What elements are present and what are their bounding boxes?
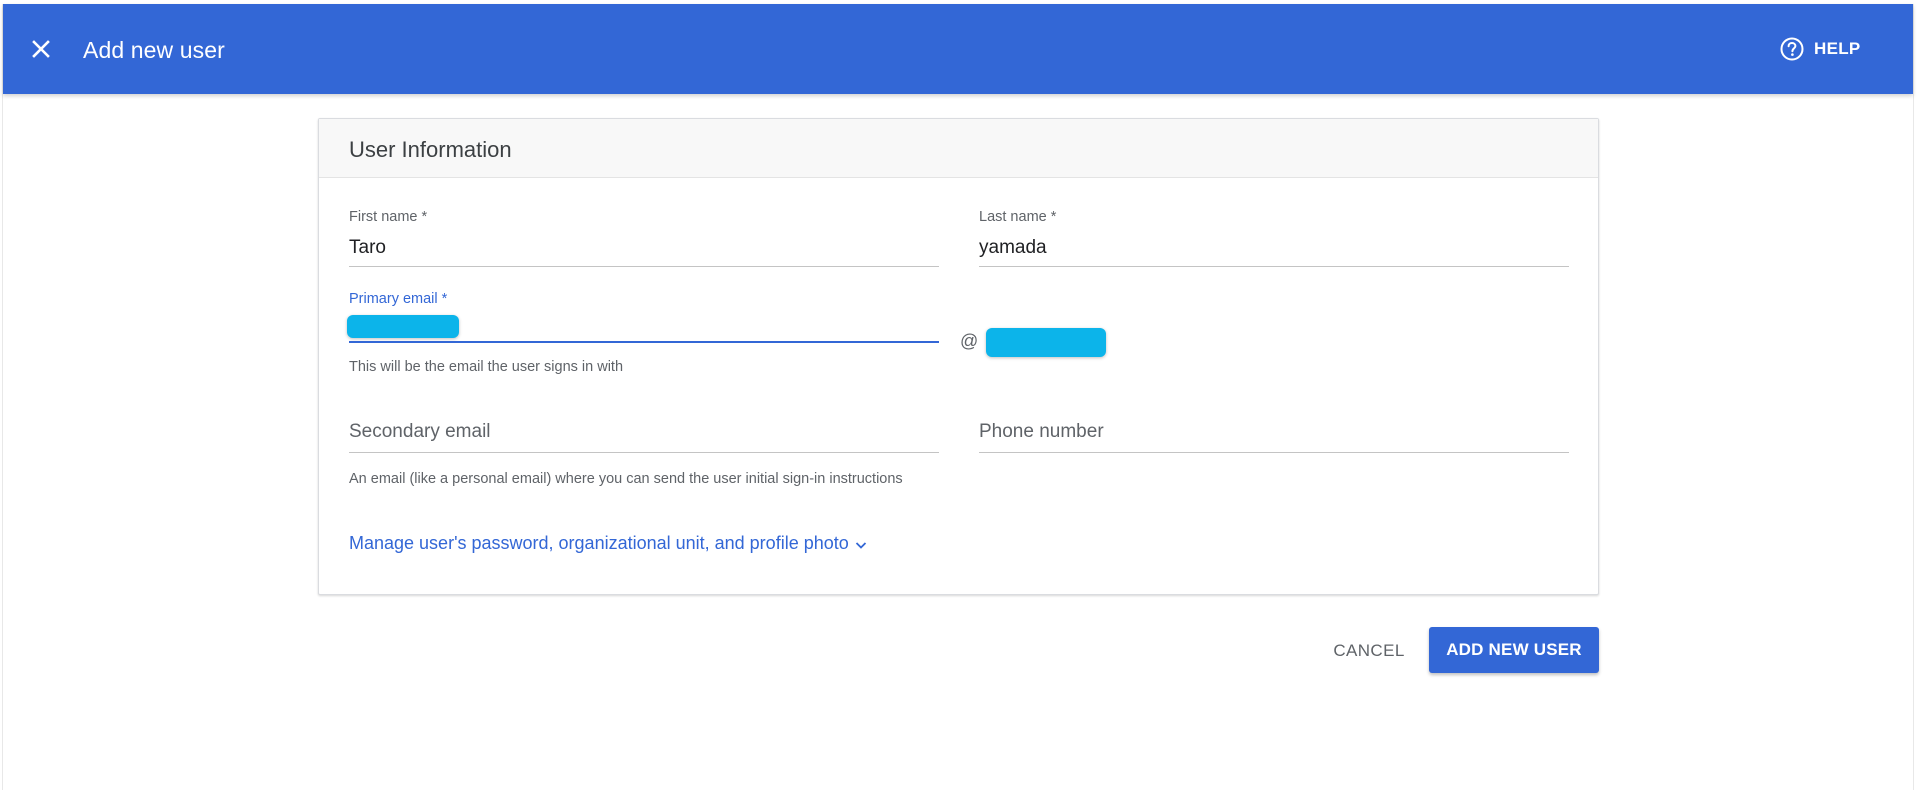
primary-email-field[interactable]: Primary email * This will be the email t… xyxy=(347,291,939,375)
secondary-email-underline xyxy=(349,452,939,453)
cancel-button[interactable]: CANCEL xyxy=(1321,629,1417,673)
app-bar: Add new user HELP xyxy=(3,4,1913,94)
secondary-email-helper: An email (like a personal email) where y… xyxy=(349,471,903,487)
first-name-label: First name * xyxy=(349,209,428,225)
close-icon xyxy=(32,40,50,58)
primary-email-label: Primary email * xyxy=(349,291,448,307)
user-information-card: User Information First name * Taro Last … xyxy=(318,118,1599,595)
redacted-username xyxy=(347,315,459,338)
manage-user-options-link[interactable]: Manage user's password, organizational u… xyxy=(349,533,869,554)
first-name-field[interactable]: First name * Taro xyxy=(349,209,939,269)
phone-number-placeholder: Phone number xyxy=(979,421,1104,442)
chevron-down-icon xyxy=(855,541,866,549)
manage-user-options-label: Manage user's password, organizational u… xyxy=(349,533,849,553)
last-name-label: Last name * xyxy=(979,209,1057,225)
phone-number-underline xyxy=(979,452,1569,453)
card-header: User Information xyxy=(319,119,1598,178)
first-name-underline xyxy=(349,266,939,267)
primary-email-underline xyxy=(349,341,939,343)
help-circle-icon xyxy=(1780,37,1804,61)
primary-email-helper: This will be the email the user signs in… xyxy=(349,359,624,375)
help-button[interactable]: HELP xyxy=(1779,35,1861,63)
last-name-value: yamada xyxy=(979,237,1047,258)
last-name-field[interactable]: Last name * yamada xyxy=(979,209,1569,269)
add-user-dialog: Add new user HELP User Information First… xyxy=(2,4,1914,790)
dialog-title: Add new user xyxy=(83,37,225,63)
domain-select[interactable] xyxy=(986,328,1106,357)
at-sign: @ xyxy=(960,331,979,351)
help-label: HELP xyxy=(1814,39,1861,58)
first-name-value: Taro xyxy=(349,237,386,258)
last-name-underline xyxy=(979,266,1569,267)
phone-number-field[interactable]: Phone number xyxy=(979,421,1569,456)
add-new-user-button[interactable]: ADD NEW USER xyxy=(1429,627,1599,673)
secondary-email-field[interactable]: Secondary email An email (like a persona… xyxy=(349,421,939,487)
card-title: User Information xyxy=(349,137,512,162)
close-button[interactable] xyxy=(25,33,57,65)
secondary-email-placeholder: Secondary email xyxy=(349,421,491,442)
